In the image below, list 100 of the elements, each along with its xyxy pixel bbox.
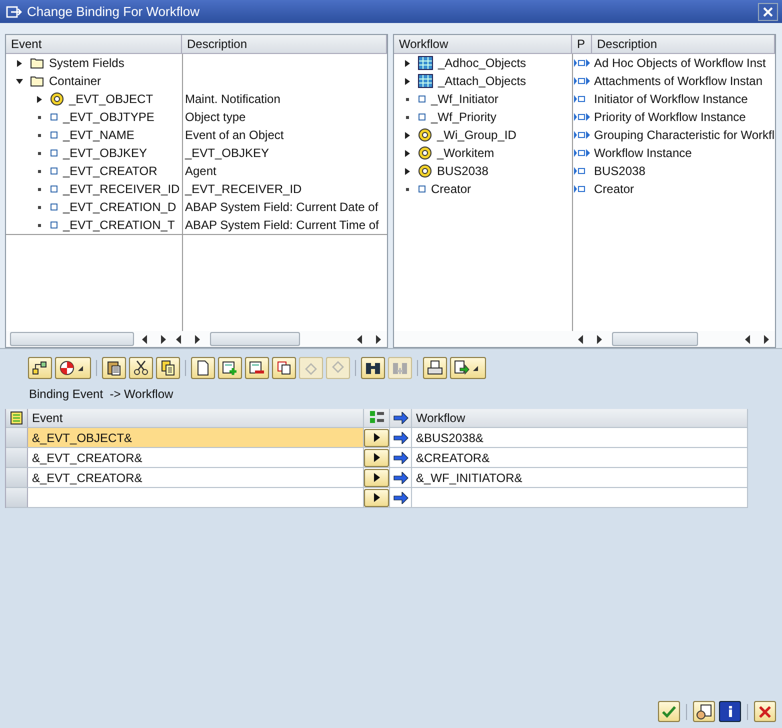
field-icon xyxy=(50,221,58,229)
expand-arrow-icon[interactable] xyxy=(404,60,411,66)
horizontal-scrollbar[interactable] xyxy=(210,332,300,346)
copy-icon xyxy=(160,360,176,376)
column-header[interactable]: Event xyxy=(6,35,182,53)
expand-arrow-icon[interactable] xyxy=(404,132,411,138)
description-text: Grouping Characteristic for Workfl xyxy=(594,128,775,142)
field-icon xyxy=(418,95,426,103)
field-icon xyxy=(50,113,58,121)
tree-node-label[interactable]: _Wf_Priority xyxy=(431,110,496,124)
tree-node-label[interactable]: System Fields xyxy=(49,56,124,70)
scroll-arrows-icon[interactable] xyxy=(357,334,383,344)
assign-button[interactable] xyxy=(364,468,389,486)
find-button[interactable] xyxy=(361,357,385,379)
new-icon xyxy=(195,360,211,376)
field-icon xyxy=(50,185,58,193)
cut-icon xyxy=(133,360,149,376)
folder-icon xyxy=(30,75,44,87)
tree-node-label[interactable]: _Workitem xyxy=(437,146,494,160)
tree-node-label[interactable]: Container xyxy=(49,74,102,88)
lifebuoy-button[interactable] xyxy=(55,357,91,379)
field-icon xyxy=(50,149,58,157)
dropdown-caret-icon xyxy=(473,366,478,370)
column-header[interactable]: Event xyxy=(28,409,364,427)
column-header[interactable]: Description xyxy=(182,35,387,53)
description-text: _EVT_OBJKEY xyxy=(185,146,270,160)
expand-arrow-icon[interactable] xyxy=(404,168,411,174)
workflow-cell[interactable]: &_WF_INITIATOR& xyxy=(412,468,748,487)
table-icon xyxy=(418,56,433,70)
description-text: Maint. Notification xyxy=(185,92,280,106)
expand-arrow-icon[interactable] xyxy=(404,150,411,156)
tree-node-label[interactable]: _Adhoc_Objects xyxy=(438,56,526,70)
close-icon xyxy=(763,6,773,16)
delete-row-icon xyxy=(249,360,265,376)
expand-arrow-icon[interactable] xyxy=(16,60,23,66)
right-arrow-icon xyxy=(392,412,408,424)
help-button[interactable] xyxy=(693,701,715,722)
tree-node-label[interactable]: _Wi_Group_ID xyxy=(437,128,516,142)
layout-button[interactable] xyxy=(6,409,28,427)
scroll-arrows-icon[interactable] xyxy=(578,334,604,344)
cancel-button[interactable] xyxy=(754,701,776,722)
info-button[interactable] xyxy=(719,701,741,722)
object-icon xyxy=(418,164,432,178)
object-icon xyxy=(418,128,432,142)
scroll-arrows-icon[interactable] xyxy=(176,334,202,344)
horizontal-scrollbar[interactable] xyxy=(10,332,134,346)
expand-arrow-icon[interactable] xyxy=(404,78,411,84)
field-icon xyxy=(50,167,58,175)
right-arrow-icon xyxy=(392,472,408,484)
close-button[interactable] xyxy=(758,2,778,20)
tree-node-label[interactable]: _EVT_NAME xyxy=(63,128,134,142)
assign-button[interactable] xyxy=(364,428,389,446)
column-header[interactable]: Workflow xyxy=(394,35,572,53)
tree-node-label[interactable]: Creator xyxy=(431,182,472,196)
tree-node-label[interactable]: _EVT_CREATION_D xyxy=(63,200,176,214)
tree-icon xyxy=(370,411,384,425)
folder-icon xyxy=(30,57,44,69)
print-button[interactable] xyxy=(423,357,447,379)
tree-node-label[interactable]: _Attach_Objects xyxy=(438,74,526,88)
column-header[interactable]: Description xyxy=(592,35,775,53)
assign-button[interactable] xyxy=(364,448,389,466)
tree-node-label[interactable]: _EVT_OBJTYPE xyxy=(63,110,154,124)
cut-button[interactable] xyxy=(129,357,153,379)
hierarchy-button[interactable] xyxy=(28,357,52,379)
delete-row-button[interactable] xyxy=(245,357,269,379)
horizontal-scrollbar[interactable] xyxy=(612,332,698,346)
checkmark-icon xyxy=(662,706,676,718)
assign-button[interactable] xyxy=(364,488,389,506)
insert-row-button[interactable] xyxy=(218,357,242,379)
description-text: Object type xyxy=(185,110,246,124)
column-header[interactable]: Workflow xyxy=(412,409,748,427)
tree-node-label[interactable]: _EVT_CREATOR xyxy=(63,164,158,178)
right-arrow-icon xyxy=(392,492,408,504)
copy-button[interactable] xyxy=(156,357,180,379)
table-icon xyxy=(418,74,433,88)
scroll-arrows-icon[interactable] xyxy=(142,334,168,344)
new-button[interactable] xyxy=(191,357,215,379)
copy-row-icon xyxy=(276,360,292,376)
description-text: ABAP System Field: Current Date of xyxy=(185,200,378,214)
paste-icon xyxy=(106,360,122,376)
event-cell[interactable]: &_EVT_OBJECT& xyxy=(28,428,364,447)
tree-node-label[interactable]: _Wf_Initiator xyxy=(431,92,498,106)
copy-row-button[interactable] xyxy=(272,357,296,379)
confirm-button[interactable] xyxy=(658,701,680,722)
layout-icon xyxy=(10,411,24,425)
workflow-cell[interactable]: &BUS2038& xyxy=(412,428,748,447)
tree-node-label[interactable]: _EVT_CREATION_T xyxy=(63,218,175,232)
workflow-cell[interactable]: &CREATOR& xyxy=(412,448,748,467)
section-label: Binding Event -> Workflow xyxy=(28,386,174,403)
tree-node-label[interactable]: _EVT_OBJECT xyxy=(69,92,154,106)
tree-node-label[interactable]: _EVT_RECEIVER_ID xyxy=(63,182,180,196)
expand-arrow-icon[interactable] xyxy=(36,96,43,102)
export-button[interactable] xyxy=(450,357,486,379)
scroll-arrows-icon[interactable] xyxy=(745,334,771,344)
tree-node-label[interactable]: BUS2038 xyxy=(437,164,488,178)
column-header[interactable]: P xyxy=(572,35,592,53)
paste-button[interactable] xyxy=(102,357,126,379)
collapse-arrow-icon[interactable] xyxy=(16,78,23,84)
tree-node-label[interactable]: _EVT_OBJKEY xyxy=(63,146,148,160)
description-text: _EVT_RECEIVER_ID xyxy=(185,182,302,196)
